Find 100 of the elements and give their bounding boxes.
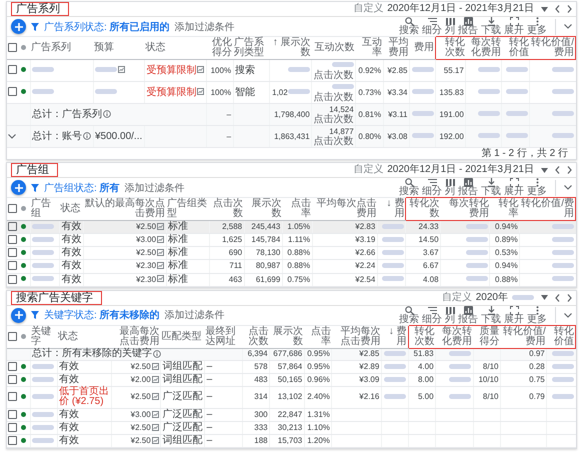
column-header[interactable]: 优化得分 xyxy=(206,36,234,60)
chart-icon[interactable] xyxy=(157,262,164,270)
column-header[interactable]: 状态 xyxy=(144,36,206,60)
chart-icon[interactable] xyxy=(197,88,204,96)
checkbox[interactable] xyxy=(8,261,17,270)
column-header[interactable]: 关键字 xyxy=(30,325,58,348)
checkbox[interactable] xyxy=(8,423,17,432)
chart-icon[interactable] xyxy=(157,249,164,256)
checkbox[interactable] xyxy=(8,65,17,74)
chevron-left-icon[interactable] xyxy=(555,294,560,302)
checkbox[interactable] xyxy=(8,410,17,419)
collapse-icon[interactable] xyxy=(564,185,572,190)
toolbar-button[interactable]: 搜索 xyxy=(399,306,419,325)
column-header[interactable]: 互动次数 xyxy=(312,36,356,60)
date-range[interactable]: 2020年 xyxy=(476,292,508,304)
column-header[interactable]: 转化价值/费用 xyxy=(530,36,576,60)
column-header[interactable]: ↑ 展示次数 xyxy=(269,36,312,60)
info-icon[interactable] xyxy=(103,110,111,118)
toolbar-button[interactable]: 报告 xyxy=(458,17,478,36)
add-button[interactable] xyxy=(11,19,26,34)
column-header[interactable]: 转化次数 xyxy=(436,36,466,60)
checkbox[interactable] xyxy=(8,436,17,446)
checkbox[interactable] xyxy=(8,374,17,384)
filter-link[interactable]: 关键字状态: 所有未移除的 xyxy=(44,308,160,322)
chevron-left-icon[interactable] xyxy=(555,5,560,13)
toolbar-button[interactable]: 搜索 xyxy=(399,17,419,36)
column-header[interactable]: 展示次数 xyxy=(270,325,304,348)
column-header[interactable]: 转化价值 xyxy=(502,36,530,60)
checkbox[interactable] xyxy=(8,274,17,284)
toolbar-button[interactable]: 列 xyxy=(445,17,455,36)
toolbar-button[interactable]: 列 xyxy=(445,306,455,325)
filter-icon[interactable] xyxy=(31,311,39,320)
info-icon[interactable] xyxy=(83,132,91,140)
chevron-down-icon[interactable] xyxy=(8,134,16,138)
column-header[interactable]: 转化次数 xyxy=(408,325,436,348)
toolbar-button[interactable]: 细分 xyxy=(422,178,442,197)
checkbox[interactable] xyxy=(8,362,17,371)
toolbar-button[interactable]: 更多 xyxy=(527,17,547,36)
filter-icon[interactable] xyxy=(31,22,39,30)
column-header[interactable]: 转化价值/费用 xyxy=(500,325,547,348)
add-button[interactable] xyxy=(11,180,26,195)
chart-icon[interactable] xyxy=(118,66,125,74)
chart-icon[interactable] xyxy=(152,424,159,432)
column-header[interactable]: 互动率 xyxy=(356,36,384,60)
column-header[interactable]: 平均每次点击费用 xyxy=(332,325,382,348)
toolbar-button[interactable]: 更多 xyxy=(527,306,547,325)
chevron-right-icon[interactable] xyxy=(567,166,572,174)
add-button[interactable] xyxy=(11,308,26,323)
checkbox[interactable] xyxy=(8,87,17,96)
checkbox[interactable] xyxy=(8,332,17,341)
column-header[interactable]: 最终到达网址 xyxy=(204,325,242,348)
checkbox[interactable] xyxy=(8,392,17,402)
toolbar-button[interactable]: 细分 xyxy=(422,306,442,325)
toolbar-button[interactable]: 更多 xyxy=(527,178,547,197)
toolbar-button[interactable]: 报告 xyxy=(458,306,478,325)
column-header[interactable]: 点击率 xyxy=(304,325,332,348)
column-header[interactable]: 质量得分 xyxy=(473,325,500,348)
dropdown-caret-icon[interactable] xyxy=(541,168,548,172)
column-header[interactable]: 费用 xyxy=(410,36,436,60)
checkbox[interactable] xyxy=(8,222,17,231)
checkbox[interactable] xyxy=(8,248,17,258)
chart-icon[interactable] xyxy=(197,66,204,74)
chevron-right-icon[interactable] xyxy=(567,294,572,302)
add-filter-link[interactable]: 添加过滤条件 xyxy=(164,308,225,322)
date-range[interactable]: 2020年12月1日 - 2021年3月21日 xyxy=(387,3,534,15)
toolbar-button[interactable]: 搜索 xyxy=(399,178,419,197)
toolbar-button[interactable]: 列 xyxy=(445,178,455,197)
chart-icon[interactable] xyxy=(152,410,159,418)
column-header[interactable]: 每次转化费用 xyxy=(466,36,502,60)
column-header[interactable]: 转化价值 xyxy=(546,325,576,348)
dropdown-caret-icon[interactable] xyxy=(541,6,548,12)
chart-icon[interactable] xyxy=(152,393,159,400)
checkbox[interactable] xyxy=(8,42,17,52)
add-filter-link[interactable]: 添加过滤条件 xyxy=(174,20,235,34)
add-filter-link[interactable]: 添加过滤条件 xyxy=(124,180,185,194)
column-header[interactable]: 状态 xyxy=(57,325,112,348)
chevron-left-icon[interactable] xyxy=(555,166,560,174)
toolbar-button[interactable]: 细分 xyxy=(422,17,442,36)
chart-icon[interactable] xyxy=(157,222,164,230)
filter-link[interactable]: 广告组状态: 所有 xyxy=(44,180,120,194)
info-icon[interactable] xyxy=(153,350,161,358)
column-header[interactable]: 最高每次点击费用 xyxy=(111,325,161,348)
checkbox[interactable] xyxy=(8,204,17,213)
collapse-icon[interactable] xyxy=(564,312,572,318)
filter-link[interactable]: 广告系列状态: 所有已启用的 xyxy=(44,20,170,34)
chevron-right-icon[interactable] xyxy=(567,5,572,13)
chart-icon[interactable] xyxy=(152,376,159,383)
column-header[interactable]: 预算 xyxy=(93,36,144,60)
column-header[interactable]: 广告系列类型 xyxy=(233,36,270,60)
chart-icon[interactable] xyxy=(157,236,164,244)
toolbar-button[interactable]: 报告 xyxy=(458,178,478,197)
column-header[interactable]: 每次转化费用 xyxy=(436,325,474,348)
column-header[interactable]: 平均费用 xyxy=(383,36,410,60)
dropdown-caret-icon[interactable] xyxy=(541,295,548,300)
chart-icon[interactable] xyxy=(152,437,159,444)
column-header[interactable]: 点击次数 xyxy=(242,325,270,348)
checkbox[interactable] xyxy=(8,235,17,244)
chart-icon[interactable] xyxy=(157,275,164,282)
chart-icon[interactable] xyxy=(152,362,159,370)
column-header[interactable]: 广告系列 xyxy=(30,36,93,60)
